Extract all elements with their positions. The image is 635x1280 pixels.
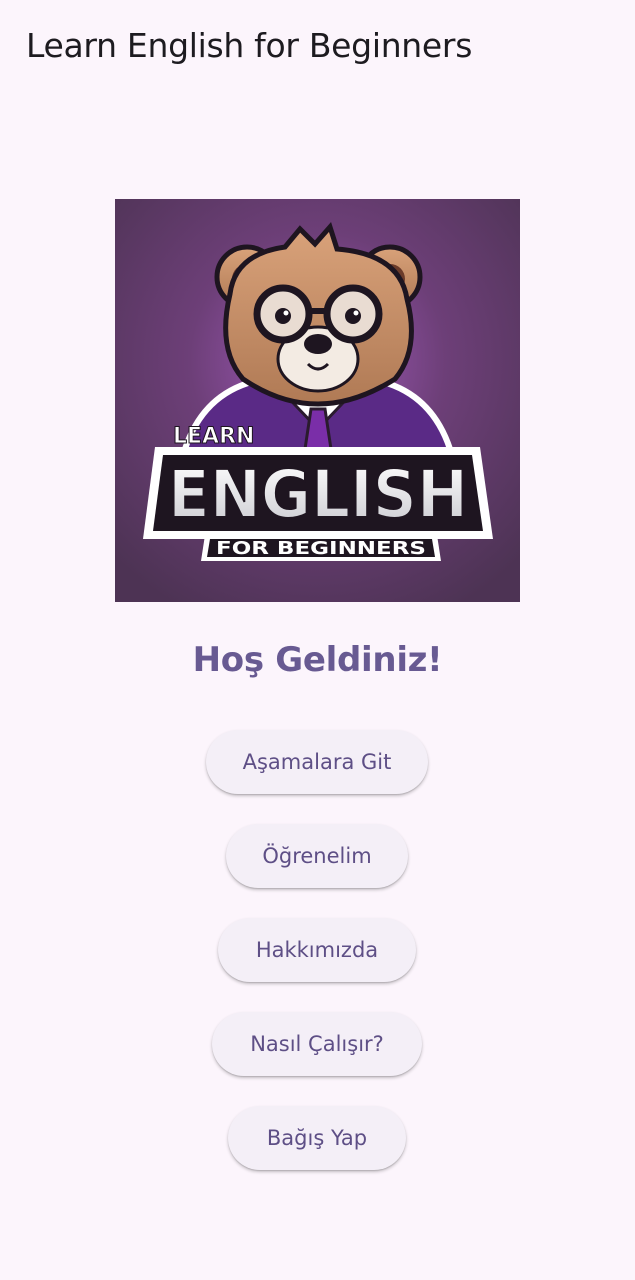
lets-learn-button[interactable]: Öğrenelim [226,824,408,888]
stages-button[interactable]: Aşamalara Git [206,730,428,794]
logo-text-learn: LEARN [173,424,254,449]
bear-logo-image: LEARN ENGLISH FOR BEGINNERS [115,199,520,602]
about-us-button[interactable]: Hakkımızda [218,918,416,982]
app-bar: Learn English for Beginners [0,0,635,92]
how-it-works-button[interactable]: Nasıl Çalışır? [212,1012,422,1076]
welcome-heading: Hoş Geldiniz! [192,640,443,680]
logo-text-english: ENGLISH [168,456,468,533]
logo-text-for-beginners: FOR BEGINNERS [216,538,426,559]
donate-button[interactable]: Bağış Yap [228,1106,406,1170]
app-title: Learn English for Beginners [26,26,473,65]
